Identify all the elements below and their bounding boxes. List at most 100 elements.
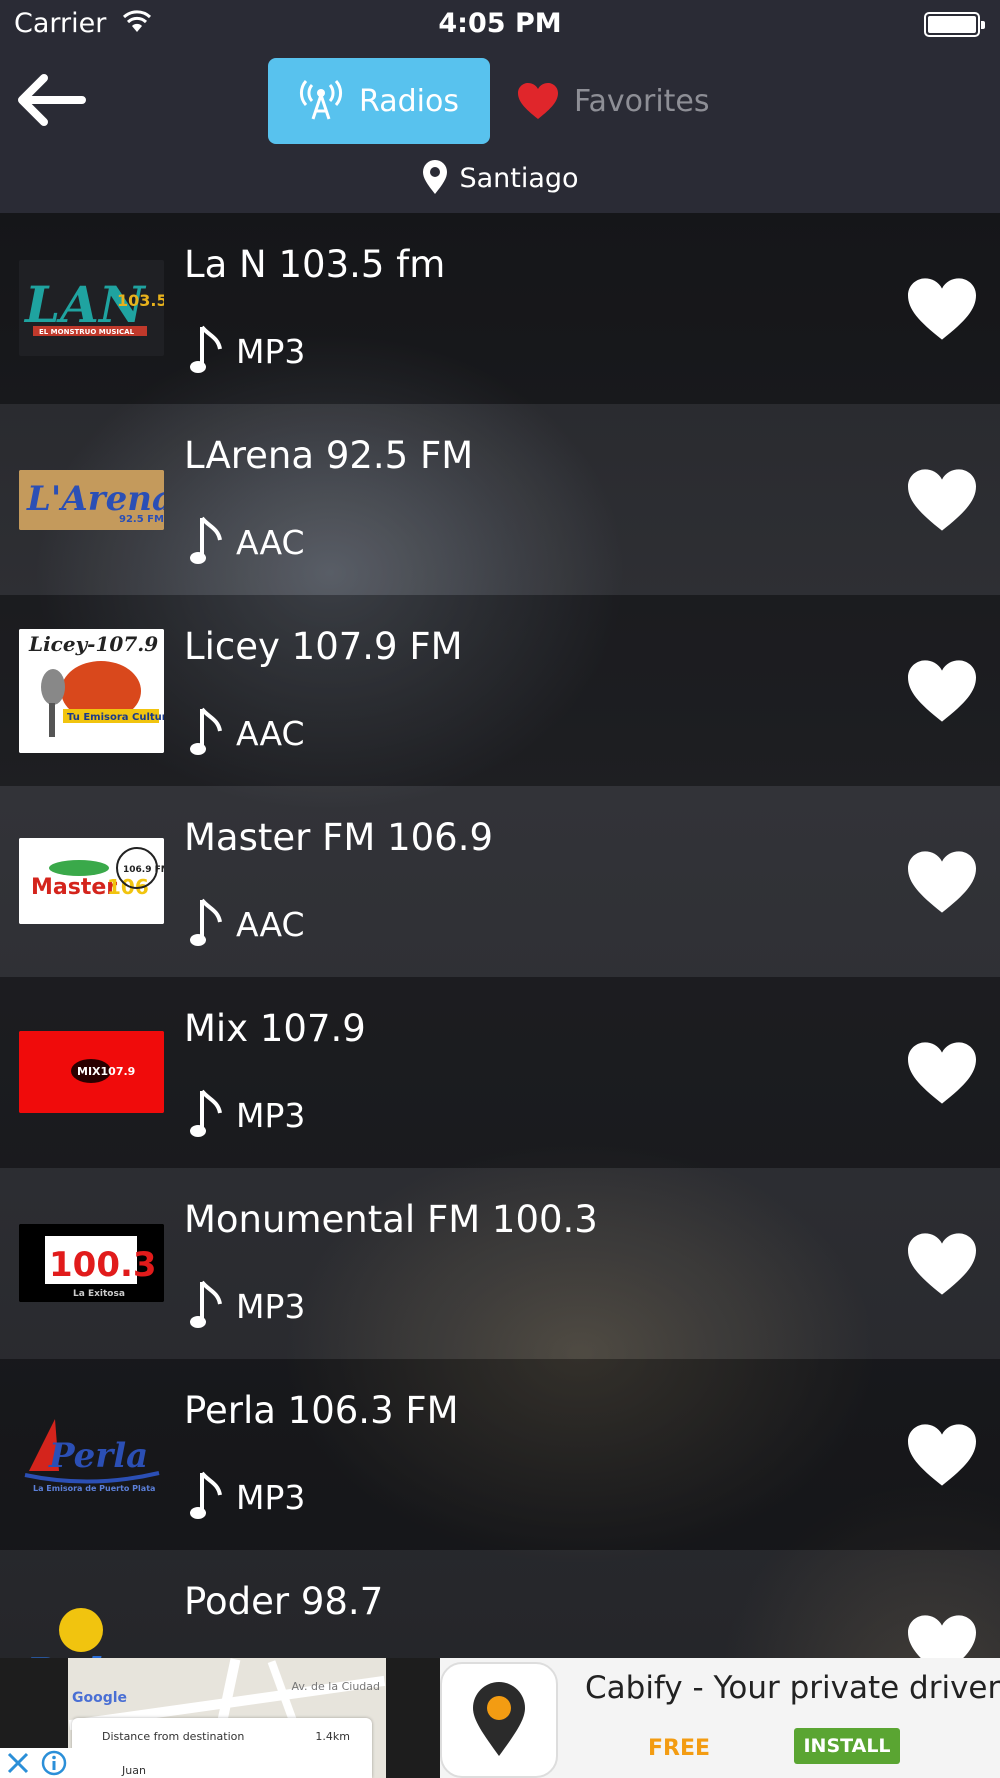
antenna-icon [299, 80, 343, 120]
station-logo: MIX107.9 [19, 1031, 164, 1113]
tab-radios-label: Radios [359, 83, 459, 119]
station-format: MP3 [190, 1280, 305, 1332]
svg-text:103.5: 103.5 [117, 291, 164, 310]
station-name: Licey 107.9 FM [184, 625, 463, 668]
station-name: Monumental FM 100.3 [184, 1198, 598, 1241]
svg-text:92.5 FM: 92.5 FM [119, 514, 164, 525]
ad-map-driver: Juan [122, 1764, 146, 1777]
map-pin-icon [423, 160, 448, 194]
station-format-label: AAC [236, 713, 305, 753]
station-name: LArena 92.5 FM [184, 434, 474, 477]
ad-info-button[interactable] [36, 1748, 72, 1778]
favorite-button[interactable] [904, 657, 980, 725]
favorite-button[interactable] [904, 1612, 980, 1658]
station-format-label: AAC [236, 522, 305, 562]
station-format-label: MP3 [236, 1286, 306, 1326]
tab-favorites-label: Favorites [574, 83, 710, 119]
station-logo: Master 106 106.9 FM [19, 838, 164, 924]
svg-text:MIX107.9: MIX107.9 [77, 1065, 135, 1078]
tab-favorites[interactable]: Favorites [516, 58, 716, 144]
station-list[interactable]: LAN 103.5 EL MONSTRUO MUSICAL La N 103.5… [0, 213, 1000, 1658]
music-note-icon [190, 898, 222, 946]
station-format-label: MP3 [236, 331, 306, 371]
station-logo: 100.3 La Exitosa [19, 1224, 164, 1302]
ad-map-brand: Google [72, 1690, 128, 1706]
svg-text:La Emisora de Puerto Plata: La Emisora de Puerto Plata [33, 1484, 155, 1493]
svg-text:100.3: 100.3 [49, 1245, 157, 1285]
favorite-button[interactable] [904, 1421, 980, 1489]
station-row[interactable]: Master 106 106.9 FM Master FM 106.9 AAC [0, 786, 1000, 977]
station-logo: LAN 103.5 EL MONSTRUO MUSICAL [19, 260, 164, 356]
station-logo: Licey-107.9 FM Tu Emisora Cultural [19, 629, 164, 753]
ad-app-icon[interactable] [440, 1662, 558, 1778]
station-logo: Perla La Emisora de Puerto Plata [19, 1411, 164, 1497]
ad-map-card-label: Distance from destination [102, 1730, 245, 1743]
info-icon [41, 1750, 67, 1776]
favorite-button[interactable] [904, 1039, 980, 1107]
station-logo: Poder [19, 1590, 164, 1658]
arrow-left-icon [18, 74, 86, 126]
station-format: AAC [190, 898, 305, 950]
station-row[interactable]: Poder Poder 98.7 [0, 1550, 1000, 1658]
ad-title[interactable]: Cabify - Your private driver [585, 1670, 1000, 1706]
svg-text:Poder: Poder [26, 1651, 147, 1658]
music-note-icon [190, 707, 222, 755]
svg-text:Master: Master [31, 875, 117, 900]
ad-map-card-distance: 1.4km [315, 1730, 350, 1743]
station-name: Master FM 106.9 [184, 816, 494, 859]
svg-text:EL MONSTRUO MUSICAL: EL MONSTRUO MUSICAL [39, 328, 135, 336]
svg-text:L'Arena: L'Arena [26, 479, 164, 519]
station-name: Perla 106.3 FM [184, 1389, 459, 1432]
station-row[interactable]: 100.3 La Exitosa Monumental FM 100.3 MP3 [0, 1168, 1000, 1359]
ad-install-button[interactable]: INSTALL [794, 1728, 900, 1764]
header: Carrier 4:05 PM Radios Favorites Santiag… [0, 0, 1000, 213]
music-note-icon [190, 1280, 222, 1328]
heart-icon [908, 851, 976, 913]
favorite-button[interactable] [904, 275, 980, 343]
station-format-label: MP3 [236, 1095, 306, 1135]
tab-radios[interactable]: Radios [268, 58, 490, 144]
station-row[interactable]: Licey-107.9 FM Tu Emisora Cultural Licey… [0, 595, 1000, 786]
station-name: La N 103.5 fm [184, 243, 446, 286]
heart-icon [908, 278, 976, 340]
status-bar: Carrier 4:05 PM [0, 0, 1000, 50]
station-name: Poder 98.7 [184, 1580, 384, 1623]
station-format: MP3 [190, 1471, 305, 1523]
svg-text:Perla: Perla [48, 1436, 148, 1476]
heart-icon [518, 83, 558, 119]
favorite-button[interactable] [904, 466, 980, 534]
svg-text:Tu Emisora Cultural: Tu Emisora Cultural [67, 712, 164, 723]
station-format-label: MP3 [236, 1477, 306, 1517]
station-row[interactable]: L'Arena 92.5 FM LArena 92.5 FM AAC [0, 404, 1000, 595]
ad-map-screenshot: Google Av. de la Ciudad Distance from de… [68, 1658, 386, 1778]
ad-close-button[interactable] [0, 1748, 36, 1778]
location-label: Santiago [459, 162, 579, 194]
music-note-icon [190, 325, 222, 373]
location-indicator: Santiago [0, 160, 1000, 196]
music-note-icon [190, 1471, 222, 1519]
ad-map-street: Av. de la Ciudad [291, 1680, 380, 1693]
svg-text:La Exitosa: La Exitosa [73, 1289, 125, 1299]
close-icon [7, 1752, 29, 1774]
station-format: MP3 [190, 325, 305, 377]
favorite-button[interactable] [904, 848, 980, 916]
heart-icon [908, 469, 976, 531]
ad-banner[interactable]: Google Av. de la Ciudad Distance from de… [0, 1658, 1000, 1778]
station-format: AAC [190, 707, 305, 759]
heart-icon [908, 1233, 976, 1295]
favorite-button[interactable] [904, 1230, 980, 1298]
ad-price: FREE [648, 1736, 711, 1761]
ad-map-card: Distance from destination 1.4km Juan [72, 1718, 372, 1778]
svg-text:Licey-107.9 FM: Licey-107.9 FM [28, 632, 164, 656]
heart-icon [908, 1424, 976, 1486]
music-note-icon [190, 516, 222, 564]
station-row[interactable]: LAN 103.5 EL MONSTRUO MUSICAL La N 103.5… [0, 213, 1000, 404]
station-format: AAC [190, 516, 305, 568]
station-row[interactable]: Perla La Emisora de Puerto Plata Perla 1… [0, 1359, 1000, 1550]
back-button[interactable] [14, 70, 94, 130]
map-pin-icon [473, 1682, 525, 1756]
station-row[interactable]: MIX107.9 Mix 107.9 MP3 [0, 977, 1000, 1168]
clock: 4:05 PM [438, 8, 562, 39]
battery-icon [924, 12, 985, 37]
heart-icon [908, 660, 976, 722]
